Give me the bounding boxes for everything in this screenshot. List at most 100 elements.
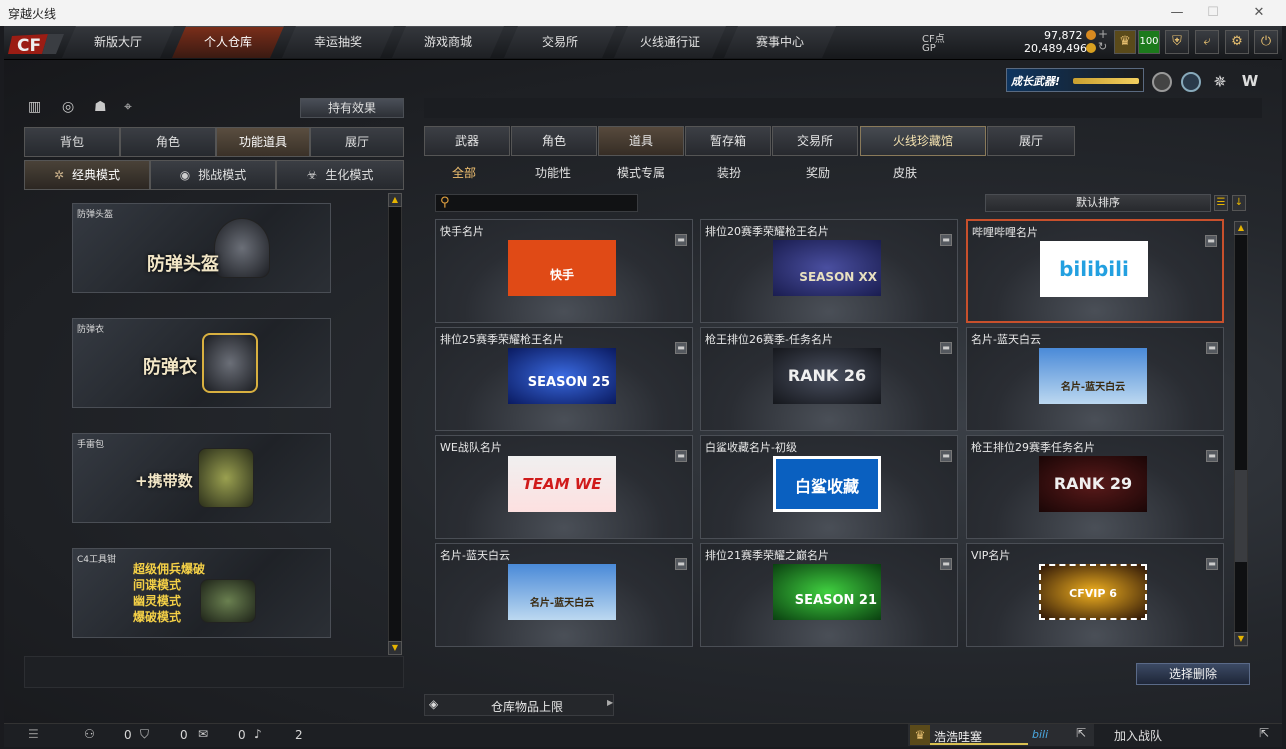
w-emblem-icon[interactable]: W: [1239, 72, 1261, 92]
left-scrollbar[interactable]: [388, 193, 402, 655]
nav-tab-personal-storage[interactable]: 个人仓库: [172, 26, 284, 58]
nav-tab-new-lobby[interactable]: 新版大厅: [62, 26, 174, 58]
right-scroll-up-icon[interactable]: ▲: [1234, 221, 1248, 235]
menu-icon[interactable]: ☰: [28, 727, 39, 741]
delete-icon[interactable]: ▬: [1205, 235, 1217, 247]
subtab-skins[interactable]: 皮肤: [893, 164, 917, 182]
search-input[interactable]: [456, 196, 634, 210]
target-icon[interactable]: [1181, 72, 1201, 92]
delete-icon[interactable]: ▬: [940, 558, 952, 570]
subtab-mode-exclusive[interactable]: 模式专属: [617, 164, 665, 182]
refresh-icon[interactable]: ◎: [62, 99, 82, 117]
growth-weapon-banner[interactable]: 成长武器!: [1006, 68, 1144, 92]
delete-icon[interactable]: ▬: [675, 234, 687, 246]
subtab-outfit[interactable]: 装扮: [717, 164, 741, 182]
cf-logo[interactable]: CF: [8, 30, 68, 58]
subtab-rewards[interactable]: 奖励: [806, 164, 830, 182]
stats-icon[interactable]: ▥: [28, 99, 48, 117]
item-card[interactable]: 名片-蓝天白云 ▬ 名片-蓝天白云: [435, 543, 693, 647]
maximize-button[interactable]: ☐: [1202, 4, 1224, 22]
left-scroll-down-icon[interactable]: ▼: [388, 641, 402, 655]
right-tab-weapons[interactable]: 武器: [424, 126, 510, 156]
delete-icon[interactable]: ▬: [675, 558, 687, 570]
power-icon[interactable]: ⏻: [1254, 30, 1278, 54]
right-scrollbar-thumb[interactable]: [1235, 470, 1247, 562]
storage-limit-bar[interactable]: ◈ 仓库物品上限 ▶: [424, 694, 614, 716]
character-icon[interactable]: ☗: [94, 99, 114, 117]
sort-dropdown[interactable]: 默认排序: [985, 194, 1211, 212]
delete-icon[interactable]: ▬: [940, 342, 952, 354]
item-card-label: 防弹衣: [77, 325, 105, 335]
item-card[interactable]: 快手名片 ▬ 快手: [435, 219, 693, 323]
left-tab-backpack[interactable]: 背包: [24, 127, 120, 157]
nav-tab-lucky-draw[interactable]: 幸运抽奖: [282, 26, 394, 58]
delete-icon[interactable]: ▬: [940, 234, 952, 246]
nav-tab-battle-pass[interactable]: 火线通行证: [614, 26, 726, 58]
right-tab-characters[interactable]: 角色: [511, 126, 597, 156]
item-card[interactable]: VIP名片 ▬ CFVIP 6: [966, 543, 1224, 647]
left-tab-functional-items[interactable]: 功能道具: [216, 127, 310, 157]
item-card[interactable]: WE战队名片 ▬ TEAM WE: [435, 435, 693, 539]
mode-tab-zombie[interactable]: ☣ 生化模式: [276, 160, 404, 190]
delete-icon[interactable]: ▬: [675, 450, 687, 462]
right-tab-exchange[interactable]: 交易所: [772, 126, 858, 156]
join-team-icon[interactable]: ⇱: [1259, 726, 1269, 740]
emblem-icon[interactable]: [1152, 72, 1172, 92]
right-tab-gallery[interactable]: 展厅: [987, 126, 1075, 156]
external-link-icon[interactable]: ⇱: [1076, 726, 1086, 740]
item-card[interactable]: 枪王排位26赛季-任务名片 ▬ RANK 26: [700, 327, 958, 431]
select-delete-button[interactable]: 选择删除: [1136, 663, 1250, 685]
rank-badge-icon[interactable]: ♛: [1114, 30, 1136, 54]
add-cf-icon[interactable]: +: [1098, 27, 1108, 41]
gear-icon[interactable]: ⚙: [1225, 30, 1249, 54]
nav-tab-game-store[interactable]: 游戏商城: [392, 26, 504, 58]
minimize-button[interactable]: —: [1166, 4, 1188, 22]
join-team-link[interactable]: 加入战队: [1114, 727, 1162, 744]
back-arrow-icon[interactable]: ⤶: [1195, 30, 1219, 54]
right-scrollbar[interactable]: [1234, 221, 1248, 647]
item-card-grenade-pack[interactable]: 手雷包 +携带数: [72, 433, 331, 523]
item-card-c4-pliers[interactable]: C4工具钳 超级佣兵爆破 间谍模式 幽灵模式 爆破模式: [72, 548, 331, 638]
right-scroll-down-icon[interactable]: ▼: [1234, 632, 1248, 646]
left-scroll-up-icon[interactable]: ▲: [388, 193, 402, 207]
delete-icon[interactable]: ▬: [940, 450, 952, 462]
mode-tab-classic[interactable]: ✲ 经典模式: [24, 160, 150, 190]
skull-icon[interactable]: ✵: [1210, 72, 1230, 92]
item-card-helmet[interactable]: 防弹头盔 防弹头盔: [72, 203, 331, 293]
mode-tab-challenge[interactable]: ◉ 挑战模式: [150, 160, 276, 190]
item-card[interactable]: 排位20赛季荣耀枪王名片 ▬ SEASON XX: [700, 219, 958, 323]
search-field[interactable]: ⚲: [435, 194, 638, 212]
delete-icon[interactable]: ▬: [1206, 558, 1218, 570]
left-tab-gallery[interactable]: 展厅: [310, 127, 404, 157]
item-card[interactable]: 名片-蓝天白云 ▬ 名片-蓝天白云: [966, 327, 1224, 431]
subtab-all[interactable]: 全部: [452, 164, 476, 182]
refresh-gp-icon[interactable]: ↻: [1098, 40, 1107, 53]
chat-icon[interactable]: ✉: [198, 727, 208, 741]
sort-order-icon[interactable]: ↓: [1232, 195, 1246, 211]
nav-tab-exchange[interactable]: 交易所: [504, 26, 616, 58]
owned-effects-button[interactable]: 持有效果: [300, 98, 404, 118]
delete-icon[interactable]: ▬: [1206, 342, 1218, 354]
friends-icon[interactable]: ⚇: [84, 727, 95, 741]
item-card[interactable]: 白鲨收藏名片-初级 ▬ 白鲨收藏: [700, 435, 958, 539]
left-tab-character[interactable]: 角色: [120, 127, 216, 157]
volume-icon[interactable]: ♪: [254, 727, 262, 741]
player-card[interactable]: ♛ 浩浩哇塞 bili ⇱: [908, 724, 1094, 746]
right-tab-items[interactable]: 道具: [598, 126, 684, 156]
nav-tab-events[interactable]: 赛事中心: [724, 26, 836, 58]
subtab-functional[interactable]: 功能性: [535, 164, 571, 182]
shield-icon[interactable]: ⛉: [140, 727, 149, 742]
close-button[interactable]: ✕: [1248, 4, 1270, 22]
shield-rank-icon[interactable]: ⛨: [1165, 30, 1189, 54]
list-view-icon[interactable]: ☰: [1214, 195, 1228, 211]
item-card[interactable]: 排位25赛季荣耀枪王名片 ▬ SEASON 25: [435, 327, 693, 431]
delete-icon[interactable]: ▬: [675, 342, 687, 354]
item-card[interactable]: 哔哩哔哩名片 ▬ bilibili: [966, 219, 1224, 323]
delete-icon[interactable]: ▬: [1206, 450, 1218, 462]
mouse-icon[interactable]: ⌖: [124, 99, 144, 117]
item-card[interactable]: 排位21赛季荣耀之巅名片 ▬ SEASON 21: [700, 543, 958, 647]
item-card-vest[interactable]: 防弹衣 防弹衣: [72, 318, 331, 408]
right-tab-storage-box[interactable]: 暂存箱: [685, 126, 771, 156]
right-tab-collection-hall[interactable]: 火线珍藏馆: [860, 126, 986, 156]
item-card[interactable]: 枪王排位29赛季任务名片 ▬ RANK 29: [966, 435, 1224, 539]
